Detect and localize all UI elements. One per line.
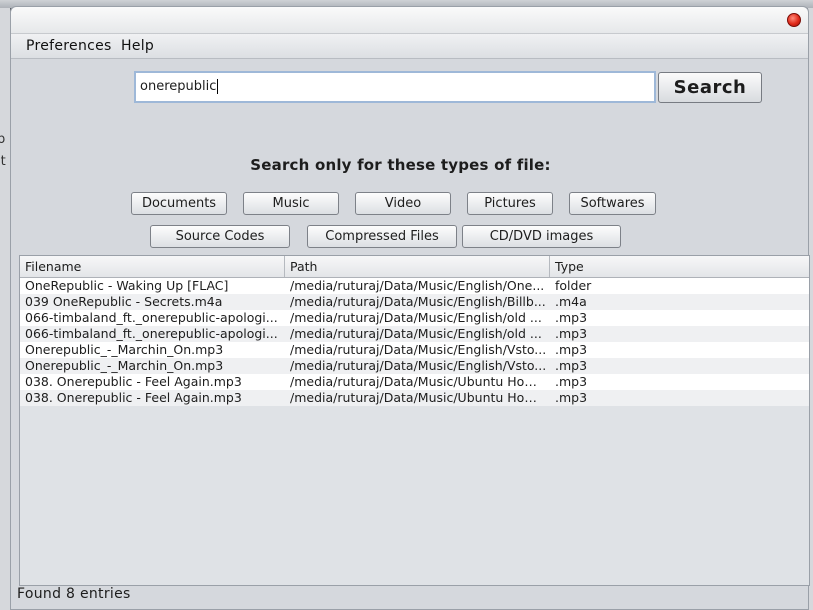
- table-row[interactable]: 038. Onerepublic - Feel Again.mp3 /media…: [20, 374, 809, 390]
- cell-filename: OneRepublic - Waking Up [FLAC]: [25, 278, 229, 293]
- title-bar[interactable]: [11, 7, 808, 34]
- cell-path: /media/ruturaj/Data/Music/Ubuntu Hom...: [290, 374, 547, 389]
- filter-compressed-files-button[interactable]: Compressed Files: [307, 225, 457, 248]
- filter-softwares-button[interactable]: Softwares: [569, 192, 656, 215]
- cell-path: /media/ruturaj/Data/Music/English/Vsto..…: [290, 342, 547, 357]
- filter-music-button[interactable]: Music: [243, 192, 339, 215]
- cell-path: /media/ruturaj/Data/Music/Ubuntu Hom...: [290, 390, 547, 405]
- table-row[interactable]: 038. Onerepublic - Feel Again.mp3 /media…: [20, 390, 809, 406]
- filter-video-button[interactable]: Video: [355, 192, 451, 215]
- background-text-fragment: lt: [0, 154, 6, 169]
- filter-documents-button[interactable]: Documents: [131, 192, 227, 215]
- search-input[interactable]: onerepublic: [134, 71, 656, 103]
- cell-filename: 066-timbaland_ft._onerepublic-apologi...: [25, 310, 278, 325]
- cell-path: /media/ruturaj/Data/Music/English/One...: [290, 278, 545, 293]
- file-type-heading: Search only for these types of file:: [250, 156, 551, 174]
- table-row[interactable]: 066-timbaland_ft._onerepublic-apologi...…: [20, 326, 809, 342]
- search-window: Preferences Help onerepublic Search Sear…: [10, 6, 810, 610]
- cell-filename: 039 OneRepublic - Secrets.m4a: [25, 294, 223, 309]
- cell-filename: 038. Onerepublic - Feel Again.mp3: [25, 374, 242, 389]
- cell-filename: Onerepublic_-_Marchin_On.mp3: [25, 342, 224, 357]
- column-header-type[interactable]: Type: [550, 256, 809, 277]
- table-row[interactable]: 039 OneRepublic - Secrets.m4a /media/rut…: [20, 294, 809, 310]
- menu-preferences[interactable]: Preferences: [26, 38, 112, 54]
- cell-type: .mp3: [555, 326, 588, 341]
- cell-filename: Onerepublic_-_Marchin_On.mp3: [25, 358, 224, 373]
- filter-pictures-button[interactable]: Pictures: [467, 192, 553, 215]
- filter-source-codes-button[interactable]: Source Codes: [150, 225, 290, 248]
- cell-type: .mp3: [555, 310, 588, 325]
- cell-filename: 038. Onerepublic - Feel Again.mp3: [25, 390, 242, 405]
- table-row[interactable]: Onerepublic_-_Marchin_On.mp3 /media/rutu…: [20, 358, 809, 374]
- cell-type: .mp3: [555, 358, 588, 373]
- status-text: Found 8 entries: [17, 586, 131, 602]
- table-header: Filename Path Type: [20, 256, 809, 278]
- column-header-path[interactable]: Path: [285, 256, 550, 277]
- cell-path: /media/ruturaj/Data/Music/English/Billb.…: [290, 294, 546, 309]
- background-window-edge: p lt: [0, 8, 10, 610]
- column-header-filename[interactable]: Filename: [20, 256, 285, 277]
- cell-type: .mp3: [555, 374, 588, 389]
- text-caret: [217, 79, 219, 94]
- cell-type: .mp3: [555, 342, 588, 357]
- menu-help[interactable]: Help: [121, 38, 154, 54]
- close-window-button[interactable]: [787, 13, 801, 27]
- menu-bar: Preferences Help: [11, 34, 808, 59]
- background-text-fragment: p: [0, 132, 6, 147]
- search-button[interactable]: Search: [658, 72, 762, 103]
- search-input-value: onerepublic: [140, 79, 217, 94]
- cell-path: /media/ruturaj/Data/Music/English/old ..…: [290, 326, 542, 341]
- table-row[interactable]: Onerepublic_-_Marchin_On.mp3 /media/rutu…: [20, 342, 809, 358]
- filter-cd-dvd-images-button[interactable]: CD/DVD images: [462, 225, 621, 248]
- table-body: OneRepublic - Waking Up [FLAC] /media/ru…: [20, 278, 809, 406]
- cell-type: .mp3: [555, 390, 588, 405]
- cell-type: .m4a: [555, 294, 587, 309]
- results-table[interactable]: Filename Path Type OneRepublic - Waking …: [19, 255, 810, 586]
- cell-path: /media/ruturaj/Data/Music/English/old ..…: [290, 310, 542, 325]
- cell-filename: 066-timbaland_ft._onerepublic-apologi...: [25, 326, 278, 341]
- cell-type: folder: [555, 278, 592, 293]
- cell-path: /media/ruturaj/Data/Music/English/Vsto..…: [290, 358, 547, 373]
- table-row[interactable]: OneRepublic - Waking Up [FLAC] /media/ru…: [20, 278, 809, 294]
- table-row[interactable]: 066-timbaland_ft._onerepublic-apologi...…: [20, 310, 809, 326]
